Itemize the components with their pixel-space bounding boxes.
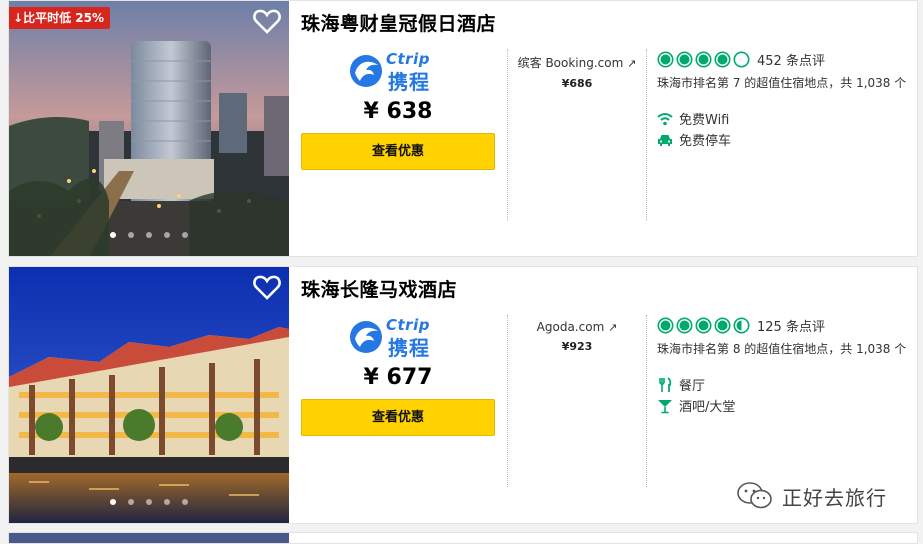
rating-bubbles[interactable]: 125 条点评 [657, 316, 915, 335]
divider [507, 315, 508, 487]
wifi-icon [657, 112, 673, 125]
other-offer[interactable]: Agoda.com ↗ ¥923 [509, 320, 645, 353]
hotel-card [8, 532, 918, 544]
wechat-watermark: 正好去旅行 [736, 481, 887, 511]
review-count[interactable]: 125 条点评 [757, 316, 825, 335]
hotel-card: ↓比平时低 25% 珠海粤财皇冠假日酒店 Ctrip 携程 ¥ 638 查看优惠… [8, 0, 918, 257]
dolphin-icon [350, 55, 382, 87]
hotel-photo[interactable] [9, 533, 289, 543]
featured-deal: Ctrip 携程 ¥ 638 查看优惠 [301, 50, 495, 170]
hotel-photo[interactable] [9, 267, 289, 523]
hotel-rank: 珠海市排名第 8 的超值住宿地点，共 1,038 个 [657, 342, 907, 356]
heart-icon[interactable] [253, 274, 281, 300]
amenity-item: 餐厅 [657, 374, 915, 395]
carousel-dot[interactable] [110, 232, 116, 238]
hotel-title[interactable]: 珠海粤财皇冠假日酒店 [301, 9, 496, 36]
divider [646, 315, 647, 487]
rating-bubble-full-icon [657, 51, 674, 68]
amenity-item: 免费Wifi [657, 108, 915, 129]
carousel-dot[interactable] [182, 232, 188, 238]
rating-bubble-full-icon [714, 317, 731, 334]
external-link-icon: ↗ [608, 321, 618, 334]
parking-car-icon [658, 134, 672, 146]
other-offer-provider[interactable]: Agoda.com ↗ [509, 320, 645, 334]
rating-bubble-full-icon [714, 51, 731, 68]
carousel-dot[interactable] [146, 499, 152, 505]
other-offer-provider[interactable]: 缤客 Booking.com ↗ [509, 54, 645, 71]
rating-bubble-full-icon [695, 317, 712, 334]
hotel-info: 452 条点评 珠海市排名第 7 的超值住宿地点，共 1,038 个 免费Wif… [657, 50, 915, 150]
rating-bubble-full-icon [695, 51, 712, 68]
rating-bubble-full-icon [657, 317, 674, 334]
carousel-dot[interactable] [146, 232, 152, 238]
rating-bubble-full-icon [676, 317, 693, 334]
amenity-item: 免费停车 [657, 129, 915, 150]
bar-cocktail-icon [658, 399, 672, 413]
hotel-info: 125 条点评 珠海市排名第 8 的超值住宿地点，共 1,038 个 餐厅 酒吧… [657, 316, 915, 416]
hotel-photo-image [9, 267, 289, 523]
wechat-icon [737, 482, 772, 509]
review-count[interactable]: 452 条点评 [757, 50, 825, 69]
carousel-dot[interactable] [164, 232, 170, 238]
rating-bubble-empty-icon [733, 51, 750, 68]
amenity-item: 酒吧/大堂 [657, 395, 915, 416]
carousel-dot[interactable] [128, 499, 134, 505]
rating-bubble-half-icon [733, 317, 750, 334]
other-offer[interactable]: 缤客 Booking.com ↗ ¥686 [509, 54, 645, 90]
carousel-dot[interactable] [128, 232, 134, 238]
amenities-list: 餐厅 酒吧/大堂 [657, 374, 915, 416]
ctrip-logo: Ctrip 携程 [348, 316, 448, 360]
deal-price: ¥ 677 [363, 365, 433, 390]
external-link-icon: ↗ [627, 57, 637, 70]
carousel-dot[interactable] [182, 499, 188, 505]
divider [507, 49, 508, 221]
rating-bubbles[interactable]: 452 条点评 [657, 50, 915, 69]
hotel-title[interactable]: 珠海长隆马戏酒店 [301, 275, 457, 302]
carousel-dot[interactable] [110, 499, 116, 505]
restaurant-icon [659, 376, 672, 392]
deal-price: ¥ 638 [363, 99, 433, 124]
photo-carousel-dots [9, 490, 289, 509]
heart-icon[interactable] [253, 8, 281, 34]
rating-bubble-full-icon [676, 51, 693, 68]
hotel-rank: 珠海市排名第 7 的超值住宿地点，共 1,038 个 [657, 76, 907, 90]
other-offer-price: ¥923 [561, 340, 593, 353]
featured-deal: Ctrip 携程 ¥ 677 查看优惠 [301, 316, 495, 436]
carousel-dot[interactable] [164, 499, 170, 505]
amenities-list: 免费Wifi 免费停车 [657, 108, 915, 150]
view-deal-button[interactable]: 查看优惠 [301, 133, 495, 170]
photo-carousel-dots [9, 223, 289, 242]
dolphin-icon [350, 321, 382, 353]
divider [646, 49, 647, 221]
ctrip-logo: Ctrip 携程 [348, 50, 448, 94]
other-offer-price: ¥686 [561, 77, 593, 90]
down-arrow-icon: ↓ [13, 11, 24, 25]
hotel-photo[interactable]: ↓比平时低 25% [9, 1, 289, 256]
deal-badge: ↓比平时低 25% [9, 7, 110, 29]
watermark-text: 正好去旅行 [782, 485, 887, 510]
hotel-photo-image [9, 1, 289, 256]
view-deal-button[interactable]: 查看优惠 [301, 399, 495, 436]
